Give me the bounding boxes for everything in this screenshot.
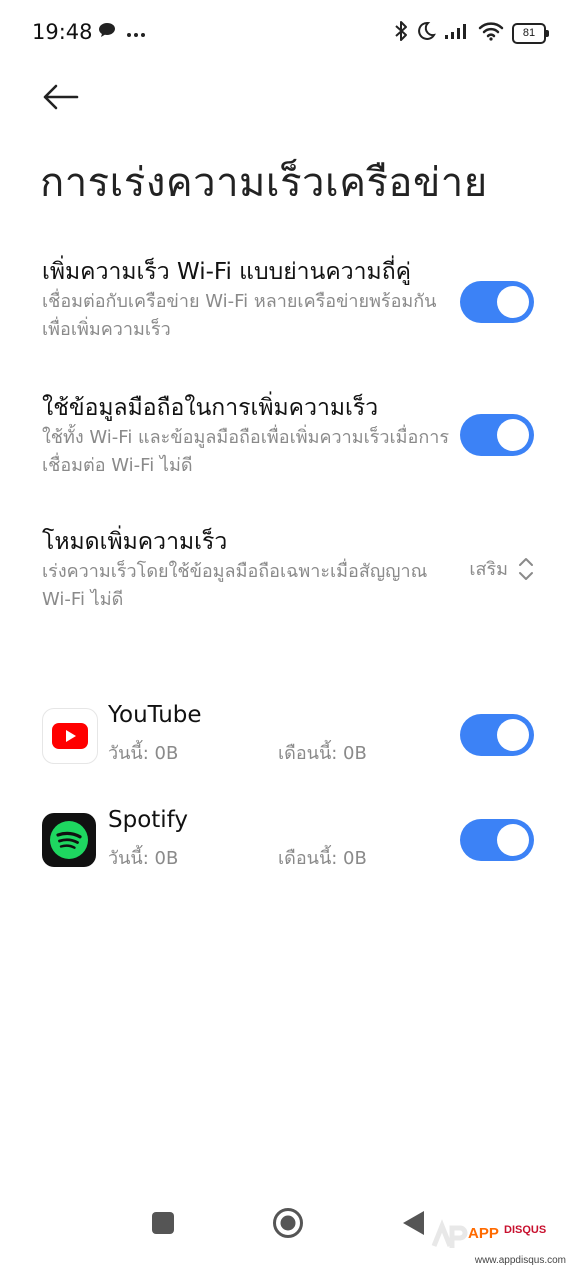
svg-text:DISQUS: DISQUS bbox=[504, 1224, 546, 1236]
svg-text:APP: APP bbox=[468, 1225, 499, 1242]
setting-dual-band-wifi[interactable]: เพิ่มความเร็ว Wi-Fi แบบย่านความถี่คู่ เช… bbox=[42, 256, 534, 352]
app-usage-month: เดือนนี้: 0B bbox=[278, 743, 367, 764]
app-usage-today: วันนี้: 0B bbox=[108, 743, 179, 764]
battery-icon: 81 bbox=[512, 22, 549, 44]
spotify-toggle[interactable] bbox=[460, 819, 534, 861]
youtube-icon bbox=[42, 708, 98, 764]
home-circle-icon bbox=[273, 1208, 303, 1238]
back-arrow-icon bbox=[43, 84, 79, 110]
youtube-toggle[interactable] bbox=[460, 714, 534, 756]
back-triangle-icon bbox=[403, 1211, 424, 1235]
chevron-up-down-icon bbox=[519, 557, 533, 580]
toggle-knob bbox=[497, 824, 529, 856]
boost-mode-value: เสริม bbox=[469, 559, 508, 580]
app-row-spotify[interactable]: Spotify วันนี้: 0B เดือนนี้: 0B bbox=[42, 807, 534, 869]
spotify-icon bbox=[42, 813, 96, 867]
back-button[interactable] bbox=[38, 80, 82, 114]
status-right-icons: 81 bbox=[394, 20, 549, 46]
setting-title: เพิ่มความเร็ว Wi-Fi แบบย่านความถี่คู่ bbox=[42, 259, 412, 285]
toggle-knob bbox=[497, 419, 529, 451]
bluetooth-icon bbox=[394, 20, 408, 46]
boost-mode-selector[interactable]: เสริม bbox=[469, 554, 534, 583]
home-button[interactable] bbox=[272, 1207, 304, 1239]
setting-title: โหมดเพิ่มความเร็ว bbox=[42, 529, 228, 555]
setting-mobile-data-boost[interactable]: ใช้ข้อมูลมือถือในการเพิ่มความเร็ว ใช้ทั้… bbox=[42, 392, 534, 488]
nav-back-button[interactable] bbox=[400, 1209, 426, 1237]
setting-desc: เร่งความเร็วโดยใช้ข้อมูลมือถือเฉพาะเมื่อ… bbox=[42, 561, 428, 610]
toggle-knob bbox=[497, 719, 529, 751]
more-dots-icon bbox=[126, 23, 146, 42]
status-left-icons bbox=[98, 22, 146, 42]
toggle-knob bbox=[497, 286, 529, 318]
status-time: 19:48 bbox=[32, 20, 93, 44]
signal-icon bbox=[444, 22, 470, 44]
watermark-url: www.appdisqus.com bbox=[474, 1255, 566, 1266]
dual-band-wifi-toggle[interactable] bbox=[460, 281, 534, 323]
moon-icon bbox=[416, 21, 436, 45]
wifi-icon bbox=[478, 21, 504, 45]
status-bar: 19:48 81 bbox=[0, 0, 576, 66]
app-name: Spotify bbox=[108, 807, 188, 833]
setting-boost-mode[interactable]: โหมดเพิ่มความเร็ว เร่งความเร็วโดยใช้ข้อม… bbox=[42, 526, 534, 622]
appdisqus-watermark: APP DISQUS www.appdisqus.com bbox=[430, 1216, 566, 1266]
app-name: YouTube bbox=[108, 702, 202, 728]
mobile-data-boost-toggle[interactable] bbox=[460, 414, 534, 456]
app-usage-today: วันนี้: 0B bbox=[108, 848, 179, 869]
appdisqus-logo: APP DISQUS bbox=[431, 1219, 546, 1248]
setting-title: ใช้ข้อมูลมือถือในการเพิ่มความเร็ว bbox=[42, 395, 379, 421]
setting-desc: เชื่อมต่อกับเครือข่าย Wi-Fi หลายเครือข่า… bbox=[42, 291, 437, 340]
recent-apps-button[interactable] bbox=[152, 1212, 174, 1234]
page-title: การเร่งความเร็วเครือข่าย bbox=[40, 160, 488, 206]
app-row-youtube[interactable]: YouTube วันนี้: 0B เดือนนี้: 0B bbox=[42, 702, 534, 764]
chat-bubble-icon bbox=[98, 22, 116, 42]
setting-desc: ใช้ทั้ง Wi-Fi และข้อมูลมือถือเพื่อเพิ่มค… bbox=[42, 427, 450, 476]
app-usage-month: เดือนนี้: 0B bbox=[278, 848, 367, 869]
